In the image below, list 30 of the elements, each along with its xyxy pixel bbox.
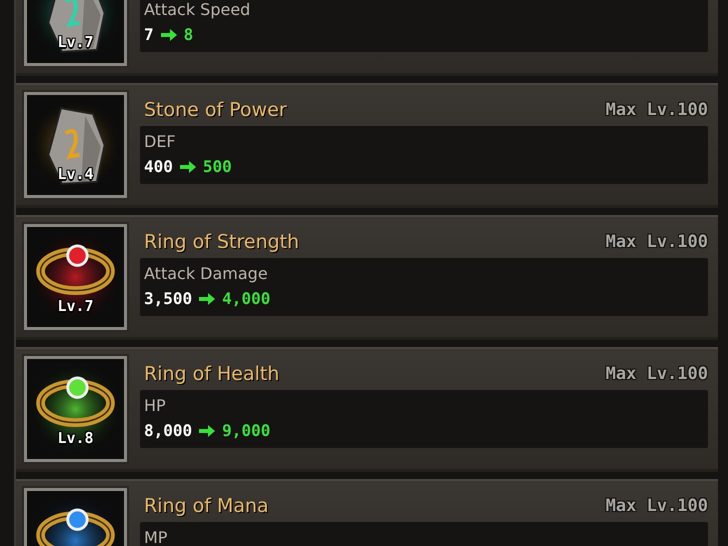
item-level: Lv.8 [56, 429, 95, 447]
item-level: Lv.7 [56, 297, 95, 315]
next-value: 4,000 [222, 289, 270, 308]
item-name: Ring of Health [143, 363, 280, 385]
stat-name: DEF [144, 132, 177, 151]
item-level: Lv.7 [56, 33, 95, 51]
stat-name: Attack Speed [144, 0, 252, 19]
arrow-right-icon [198, 424, 216, 438]
item-name: Stone of Power [143, 99, 287, 121]
next-value: 500 [202, 157, 232, 176]
item-name: Ring of Mana [143, 495, 269, 517]
current-value: 7 [144, 25, 154, 44]
rune-stone-drawing [47, 0, 106, 53]
max-level: Max Lv.100 [606, 364, 708, 384]
stat-name: HP [144, 396, 167, 415]
max-level: Max Lv.100 [606, 232, 708, 252]
arrow-right-icon [160, 28, 178, 42]
next-value: 9,000 [222, 421, 270, 440]
stat-name: Attack Damage [144, 264, 269, 283]
max-level: Max Lv.100 [606, 496, 708, 516]
max-level: Max Lv.100 [606, 100, 708, 120]
current-value: 400 [144, 157, 173, 176]
item-level: Lv.4 [56, 165, 95, 183]
current-value: 3,500 [144, 289, 192, 308]
arrow-right-icon [198, 292, 216, 306]
current-value: 8,000 [144, 421, 192, 440]
stat-name: MP [144, 528, 168, 546]
item-name: Ring of Strength [143, 231, 300, 253]
arrow-right-icon [178, 160, 197, 174]
next-value: 8 [184, 25, 194, 44]
